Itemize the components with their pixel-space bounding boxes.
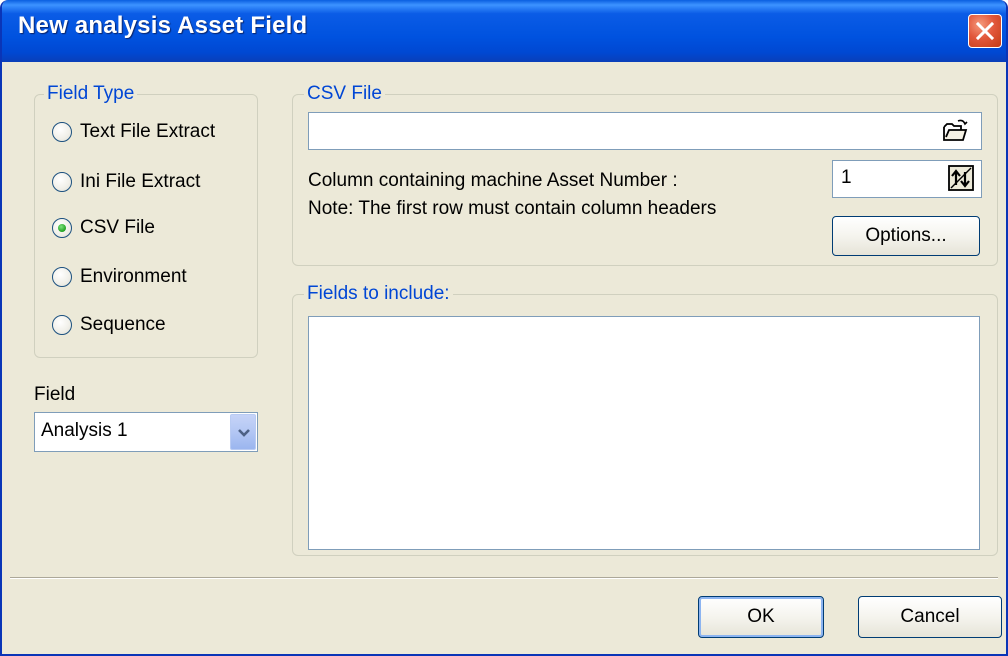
options-button[interactable]: Options... (832, 216, 980, 256)
radio-circle (52, 122, 72, 142)
ok-button-label: OK (747, 606, 775, 627)
spin-updown-icon (948, 165, 974, 191)
radio-circle (52, 267, 72, 287)
cancel-button-label: Cancel (900, 606, 960, 627)
radio-ini-file-extract[interactable]: Ini File Extract (52, 170, 252, 196)
radio-sequence[interactable]: Sequence (52, 313, 252, 339)
window-title: New analysis Asset Field (18, 12, 308, 39)
radio-environment[interactable]: Environment (52, 265, 252, 291)
fields-to-include-legend: Fields to include: (304, 283, 453, 305)
options-button-label: Options... (865, 225, 947, 246)
browse-button[interactable] (940, 116, 970, 146)
close-button[interactable] (968, 14, 1002, 48)
radio-csv-file[interactable]: CSV File (52, 216, 252, 242)
column-number-value: 1 (841, 167, 852, 188)
spin-button[interactable] (946, 163, 978, 195)
open-folder-icon (943, 119, 968, 141)
dialog-window: New analysis Asset Field Field Type Text… (0, 0, 1008, 656)
field-label: Field (34, 384, 76, 405)
dialog-client: Field Type Text File Extract Ini File Ex… (2, 62, 1006, 654)
field-dropdown-value: Analysis 1 (41, 420, 128, 441)
radio-selected-dot (57, 223, 66, 232)
button-separator (10, 577, 998, 579)
fields-to-include-list[interactable] (308, 316, 980, 550)
radio-text-file-extract[interactable]: Text File Extract (52, 120, 252, 146)
close-icon (975, 21, 995, 41)
dropdown-button[interactable] (230, 414, 256, 450)
radio-label: Environment (80, 266, 187, 287)
radio-circle (52, 218, 72, 238)
field-dropdown[interactable]: Analysis 1 (34, 412, 258, 452)
csv-file-legend: CSV File (304, 83, 385, 105)
cancel-button[interactable]: Cancel (858, 596, 1002, 638)
radio-label: Text File Extract (80, 121, 216, 142)
chevron-down-icon (238, 429, 250, 437)
ok-button[interactable]: OK (698, 596, 824, 638)
radio-circle (52, 172, 72, 192)
column-asset-number-label: Column containing machine Asset Number : (308, 170, 678, 191)
radio-circle (52, 315, 72, 335)
title-bar[interactable]: New analysis Asset Field (2, 0, 1006, 62)
field-type-legend: Field Type (44, 83, 138, 105)
radio-label: CSV File (80, 217, 155, 238)
csv-path-input[interactable] (308, 112, 982, 150)
radio-label: Ini File Extract (80, 171, 201, 192)
column-headers-note: Note: The first row must contain column … (308, 198, 717, 219)
radio-label: Sequence (80, 314, 166, 335)
